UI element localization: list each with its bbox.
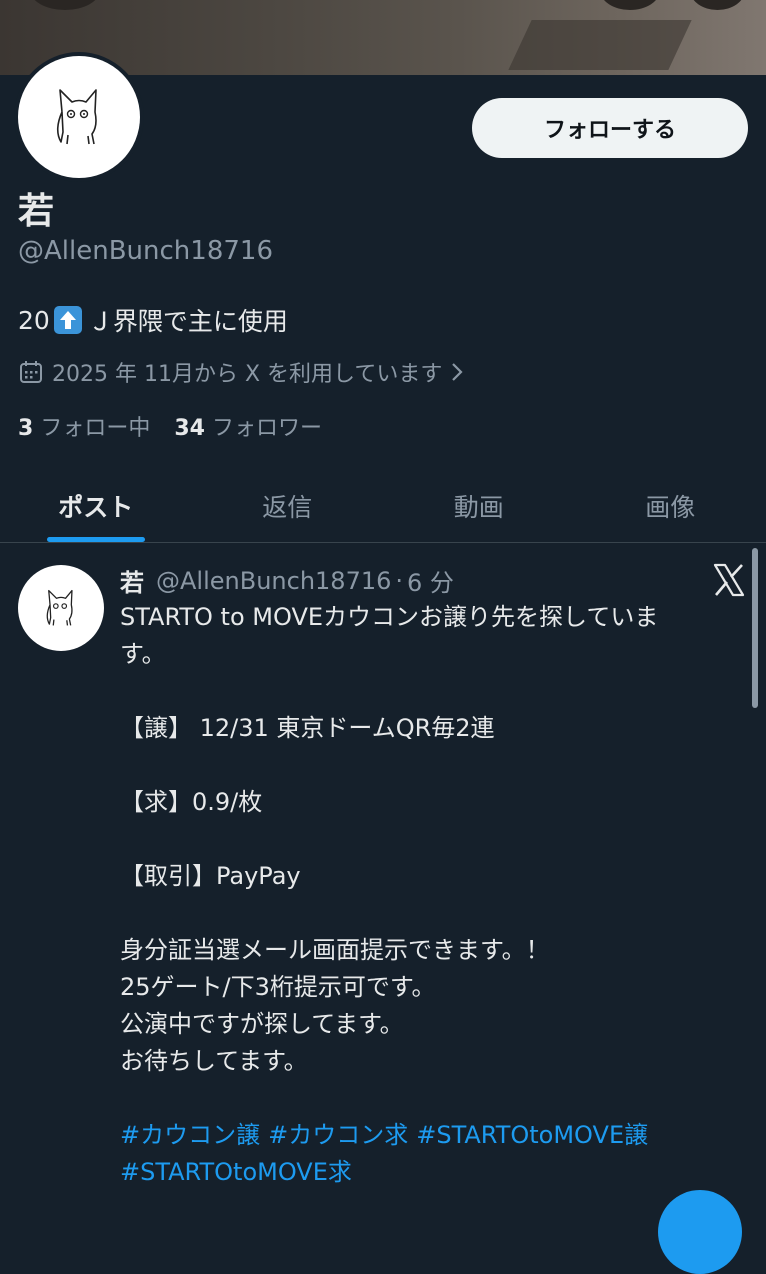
- followers-count: 34: [174, 416, 205, 441]
- post-line: [120, 747, 748, 784]
- tab-videos[interactable]: 動画: [383, 470, 575, 542]
- post-line: [120, 673, 748, 710]
- up-arrow-emoji: [54, 306, 82, 334]
- post-line: す。: [120, 636, 748, 673]
- hashtag-link[interactable]: #カウコン譲: [120, 1121, 260, 1149]
- tab-label: ポスト: [58, 488, 133, 524]
- post-separator: ·: [395, 567, 403, 595]
- tab-images[interactable]: 画像: [575, 470, 766, 542]
- profile-bio: 20 Ｊ界隈で主に使用: [18, 302, 288, 338]
- cat-drawing-icon: [41, 585, 81, 631]
- follow-stats: 3 フォロー中 34 フォロワー: [18, 410, 346, 442]
- following-count: 3: [18, 416, 33, 441]
- scrollbar[interactable]: [752, 548, 758, 708]
- tab-label: 返信: [262, 488, 312, 524]
- compose-button[interactable]: [658, 1190, 742, 1274]
- post-header: 若 @AllenBunch18716 · 6 分: [120, 563, 454, 598]
- post-text: STARTO to MOVEカウコンお譲り先を探していま す。 【譲】 12/3…: [120, 599, 748, 1191]
- post-line: 【求】0.9/枚: [120, 784, 748, 821]
- active-tab-indicator: [47, 537, 145, 542]
- hashtag-link[interactable]: #カウコン求: [268, 1121, 408, 1149]
- post-line: 25ゲート/下3桁提示可です。: [120, 969, 748, 1006]
- profile-tabs: ポスト 返信 動画 画像: [0, 470, 766, 543]
- post-avatar[interactable]: [18, 565, 104, 651]
- profile-avatar[interactable]: [14, 52, 144, 182]
- hashtag-link[interactable]: #STARTOtoMOVE求: [120, 1158, 352, 1186]
- tab-label: 画像: [645, 488, 695, 524]
- following-label: フォロー中: [40, 416, 150, 441]
- joined-date[interactable]: 2025 年 11月から X を利用しています: [18, 356, 464, 388]
- post-line: [120, 895, 748, 932]
- post-hashtags: #カウコン譲 #カウコン求 #STARTOtoMOVE譲 #STARTOtoMOVE…: [120, 1117, 748, 1191]
- followers-link[interactable]: 34 フォロワー: [174, 410, 322, 442]
- post-line: 【譲】 12/31 東京ドームQR毎2連: [120, 710, 748, 747]
- chevron-right-icon: [450, 361, 464, 383]
- post-line: [120, 1080, 748, 1117]
- post-line: STARTO to MOVEカウコンお譲り先を探していま: [120, 599, 748, 636]
- post-time[interactable]: 6 分: [407, 563, 454, 598]
- post-line: お待ちしてます。: [120, 1043, 748, 1080]
- post-line: [120, 821, 748, 858]
- cat-drawing-icon: [48, 82, 110, 152]
- x-logo-icon: [712, 563, 746, 597]
- tab-replies[interactable]: 返信: [192, 470, 384, 542]
- bio-prefix: 20: [18, 306, 50, 335]
- tab-label: 動画: [454, 488, 504, 524]
- bio-text: Ｊ界隈で主に使用: [88, 302, 288, 338]
- tab-posts[interactable]: ポスト: [0, 470, 192, 542]
- hashtag-link[interactable]: #STARTOtoMOVE譲: [416, 1121, 648, 1149]
- post-author-handle[interactable]: @AllenBunch18716: [156, 567, 391, 595]
- user-handle: @AllenBunch18716: [18, 236, 273, 266]
- followers-label: フォロワー: [212, 416, 322, 441]
- post-author-name[interactable]: 若: [120, 563, 144, 598]
- calendar-icon: [18, 359, 44, 385]
- display-name: 若: [18, 182, 54, 234]
- joined-text: 2025 年 11月から X を利用しています: [52, 356, 442, 388]
- post-line: 身分証当選メール画面提示できます。！: [120, 932, 748, 969]
- follow-button[interactable]: フォローする: [472, 98, 748, 158]
- post-line: 公演中ですが探してます。: [120, 1006, 748, 1043]
- post-item[interactable]: 若 @AllenBunch18716 · 6 分 STARTO to MOVEカ…: [0, 543, 766, 1203]
- following-link[interactable]: 3 フォロー中: [18, 410, 150, 442]
- post-line: 【取引】PayPay: [120, 858, 748, 895]
